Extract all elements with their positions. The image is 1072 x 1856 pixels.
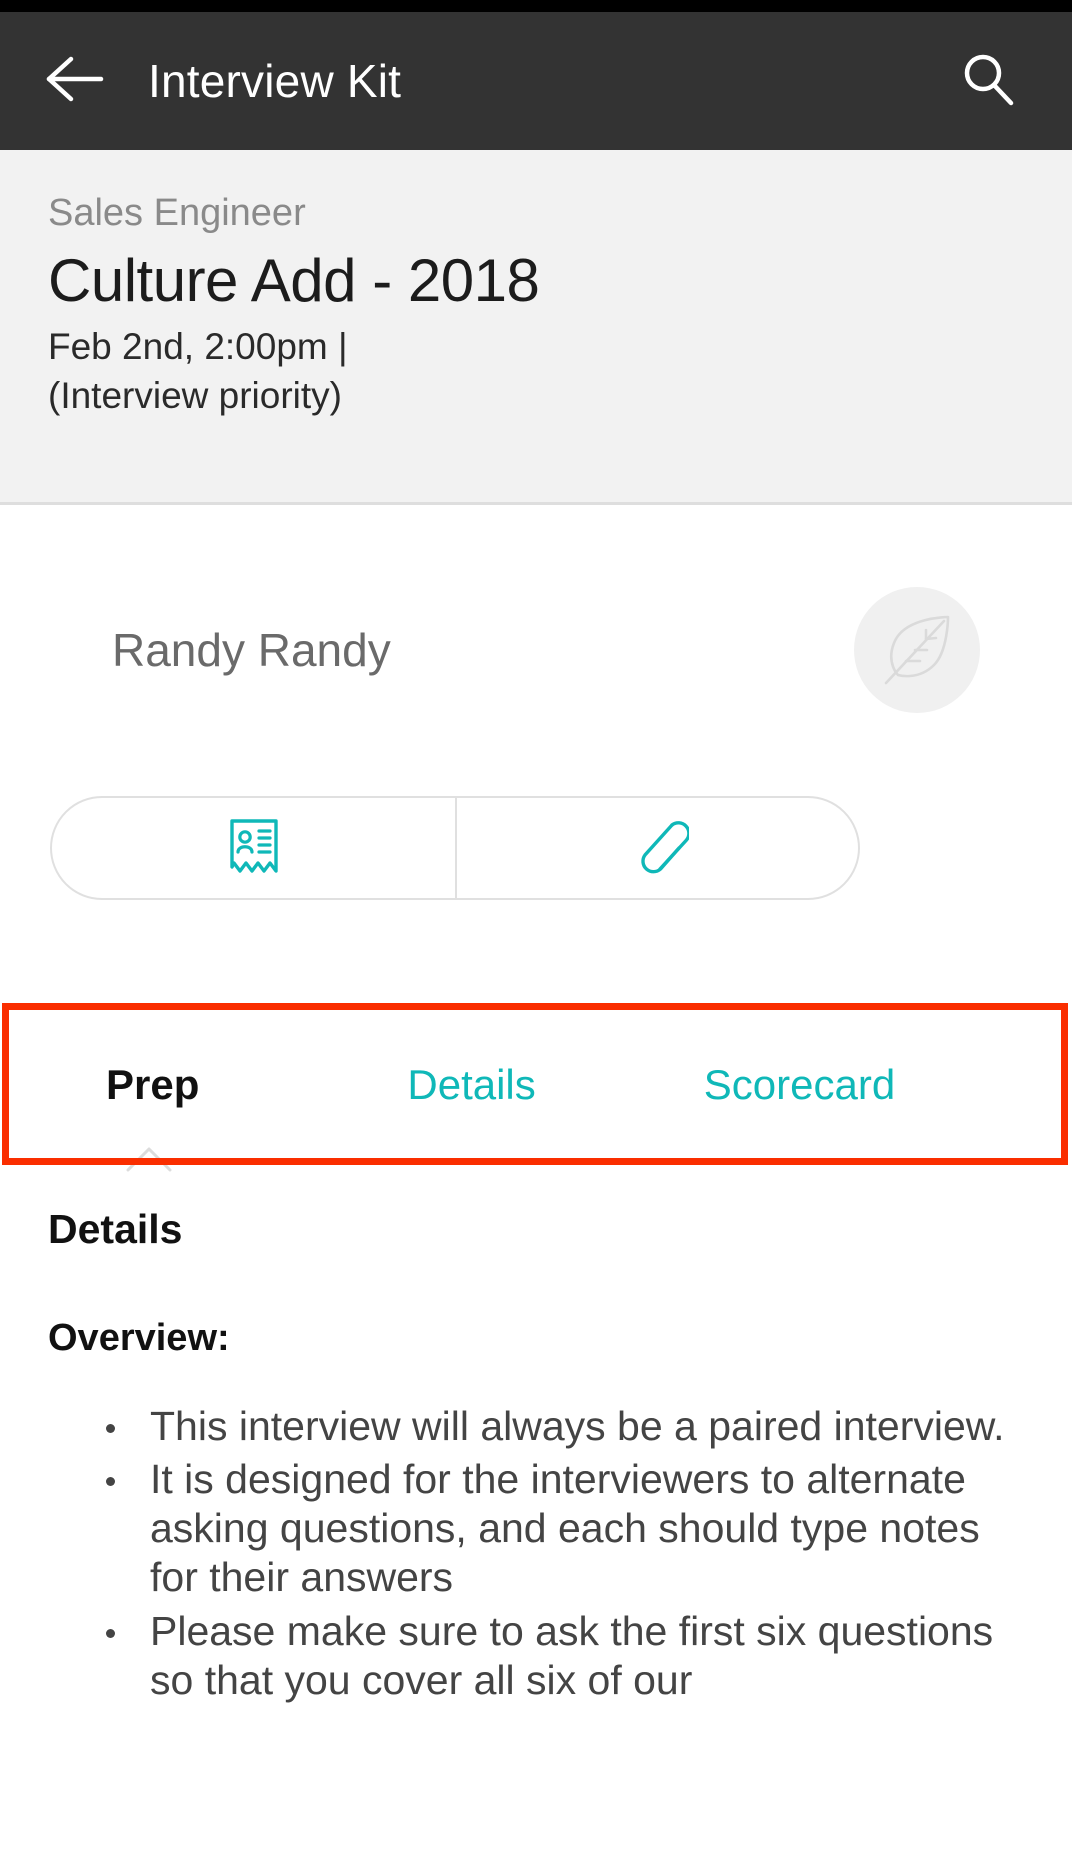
tab-scorecard[interactable]: Scorecard [704, 1061, 895, 1109]
interview-datetime: Feb 2nd, 2:00pm | [48, 325, 348, 367]
interview-kit-screen: Interview Kit Sales Engineer Culture Add… [0, 0, 1072, 1856]
resume-card-icon [223, 815, 285, 882]
page-title: Interview Kit [148, 55, 402, 107]
avatar [854, 587, 980, 713]
search-icon [959, 50, 1017, 113]
overview-bullet-list: This interview will always be a paired i… [48, 1402, 1024, 1705]
paperclip-icon [627, 815, 691, 882]
candidate-name: Randy Randy [112, 624, 391, 676]
interview-name: Culture Add - 2018 [48, 246, 540, 314]
app-bar: Interview Kit [0, 12, 1072, 150]
interview-info-block: Sales Engineer Culture Add - 2018 Feb 2n… [0, 150, 1072, 505]
candidate-action-bar [50, 796, 860, 900]
tab-prep[interactable]: Prep [106, 1061, 199, 1109]
content-heading: Details [48, 1206, 183, 1252]
list-item: Please make sure to ask the first six qu… [100, 1607, 1024, 1705]
search-button[interactable] [950, 43, 1026, 119]
job-role: Sales Engineer [48, 192, 306, 234]
attachments-button[interactable] [455, 798, 858, 898]
back-button[interactable] [28, 35, 120, 127]
resume-button[interactable] [52, 798, 455, 898]
arrow-left-icon [43, 55, 105, 108]
list-item: It is designed for the interviewers to a… [100, 1455, 1024, 1603]
tab-details[interactable]: Details [407, 1061, 535, 1109]
candidate-row[interactable]: Randy Randy [0, 505, 1072, 795]
status-bar [0, 0, 1072, 12]
tab-bar: Prep Details Scorecard [0, 1010, 1072, 1160]
list-item: This interview will always be a paired i… [100, 1402, 1024, 1451]
interview-priority: (Interview priority) [48, 374, 342, 416]
active-tab-caret-icon [126, 1146, 172, 1172]
content-subheading: Overview: [48, 1317, 230, 1360]
prep-content: Details Overview: This interview will al… [0, 1205, 1072, 1709]
leaf-icon [874, 605, 960, 696]
